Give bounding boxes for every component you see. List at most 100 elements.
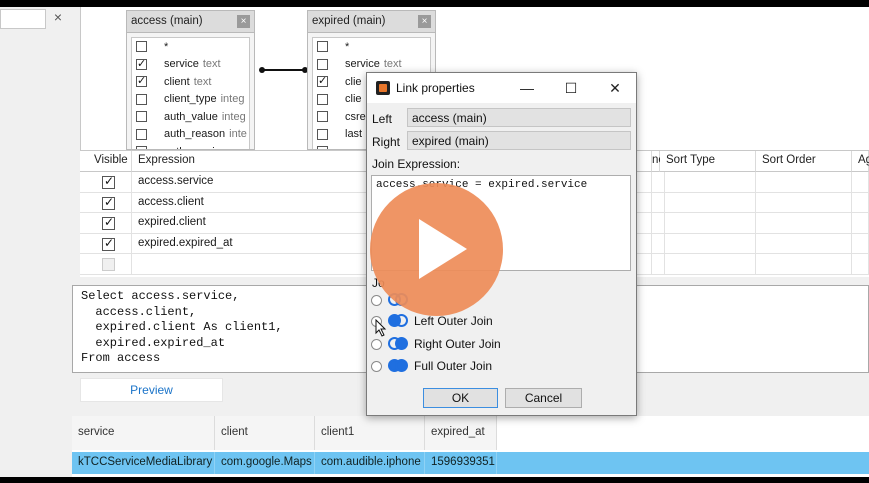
minimize-icon[interactable]: — [514,77,540,99]
grid-header-visible[interactable]: Visible [80,151,132,172]
visible-checkbox[interactable] [102,236,115,251]
result-cell[interactable]: kTCCServiceMediaLibrary [72,452,215,474]
field-name: client [164,75,190,88]
visible-cell[interactable] [80,172,132,193]
grid-cell[interactable] [660,213,756,234]
left-label: Left [372,112,393,126]
result-cell[interactable]: 1596939351 [425,452,497,474]
table-title: access (main) × [127,11,254,33]
table-name: expired (main) [312,15,386,27]
grid-header-sort-type[interactable]: Sort Type [660,151,756,172]
grid-header-sort-order[interactable]: Sort Order [756,151,852,172]
field-checkbox[interactable] [317,41,328,53]
mouse-cursor-icon [375,319,387,337]
app-icon [376,81,390,95]
grid-cell[interactable] [756,254,852,275]
play-icon [419,219,467,279]
remove-table-icon[interactable]: × [418,15,431,28]
field-name: clie [345,75,362,88]
grid-header-aggregate-partial[interactable]: Ag [852,151,869,172]
field-row[interactable]: servicetext [313,56,430,74]
visible-cell[interactable] [80,254,132,275]
visible-cell[interactable] [80,233,132,254]
table-access-box[interactable]: access (main) × *servicetextclienttextcl… [126,10,255,150]
result-header[interactable]: client1 [315,416,425,450]
grid-header-alias-partial[interactable]: ne [652,151,665,172]
radio-button[interactable] [371,338,382,350]
video-play-button[interactable] [370,183,503,316]
radio-button[interactable] [371,294,382,306]
grid-cell[interactable] [852,233,869,254]
join-option-right-outer[interactable]: Right Outer Join [371,335,501,353]
field-checkbox[interactable] [317,93,328,105]
dialog-title-bar[interactable]: Link properties — ☐ ✕ [367,73,636,103]
grid-cell[interactable] [852,213,869,234]
left-table-field: access (main) [407,108,631,127]
join-option-label: Full Outer Join [414,359,493,373]
field-checkbox[interactable] [136,41,147,53]
visible-checkbox[interactable] [102,258,115,271]
grid-cell[interactable] [756,213,852,234]
field-type: text [193,75,212,88]
grid-cell[interactable] [660,192,756,213]
result-row[interactable]: kTCCServiceMediaLibrary com.google.Maps … [72,452,869,474]
ok-button[interactable]: OK [423,388,498,408]
maximize-icon[interactable]: ☐ [558,77,584,99]
field-row[interactable]: auth_reason inte [132,126,249,144]
join-option-full-outer[interactable]: Full Outer Join [371,357,492,375]
field-checkbox[interactable] [136,74,147,88]
field-row[interactable]: servicetext [132,56,249,74]
field-checkbox[interactable] [317,128,328,140]
cancel-button[interactable]: Cancel [505,388,582,408]
close-icon[interactable]: ✕ [602,77,628,99]
visible-checkbox[interactable] [102,215,115,230]
field-row[interactable]: auth_value integ [132,108,249,126]
field-row[interactable]: auth_version [132,143,249,149]
right-table-field: expired (main) [407,131,631,150]
field-list: *servicetextclienttextclient_typeintegau… [131,37,250,149]
grid-cell[interactable] [756,233,852,254]
field-checkbox[interactable] [136,93,147,105]
field-row[interactable]: * [313,38,430,56]
close-panel-icon[interactable]: × [50,8,66,26]
field-name: last [345,128,363,141]
grid-cell[interactable] [660,254,756,275]
results-grid: service client client1 expired_at kTCCSe… [72,416,869,477]
field-checkbox[interactable] [317,74,328,88]
grid-cell[interactable] [756,192,852,213]
field-name: auth_reason [164,128,226,141]
visible-checkbox[interactable] [102,195,115,210]
field-checkbox[interactable] [136,128,147,140]
visible-cell[interactable] [80,192,132,213]
right-join-icon [388,337,408,351]
result-cell[interactable]: com.google.Maps [215,452,315,474]
field-checkbox[interactable] [136,111,147,123]
preview-button[interactable]: Preview [80,378,223,402]
result-header[interactable]: service [72,416,215,450]
result-header[interactable]: expired_at [425,416,497,450]
result-cell[interactable]: com.audible.iphone [315,452,425,474]
field-type: inte [229,128,247,141]
field-type: text [383,58,402,71]
field-row[interactable]: client_type integ [132,91,249,109]
remove-table-icon[interactable]: × [237,15,250,28]
join-link-line[interactable] [262,69,306,71]
field-row[interactable]: clienttext [132,73,249,91]
field-checkbox[interactable] [317,111,328,123]
field-row[interactable]: * [132,38,249,56]
field-name: * [164,40,169,53]
radio-button[interactable] [371,360,382,372]
field-checkbox[interactable] [317,58,328,70]
grid-cell[interactable] [660,172,756,193]
grid-cell[interactable] [852,254,869,275]
grid-cell[interactable] [852,172,869,193]
grid-cell[interactable] [852,192,869,213]
visible-checkbox[interactable] [102,174,115,189]
visible-cell[interactable] [80,213,132,234]
field-type: text [202,58,221,71]
field-checkbox[interactable] [136,57,147,70]
object-search-box[interactable] [0,9,46,29]
grid-cell[interactable] [756,172,852,193]
result-header[interactable]: client [215,416,315,450]
grid-cell[interactable] [660,233,756,254]
